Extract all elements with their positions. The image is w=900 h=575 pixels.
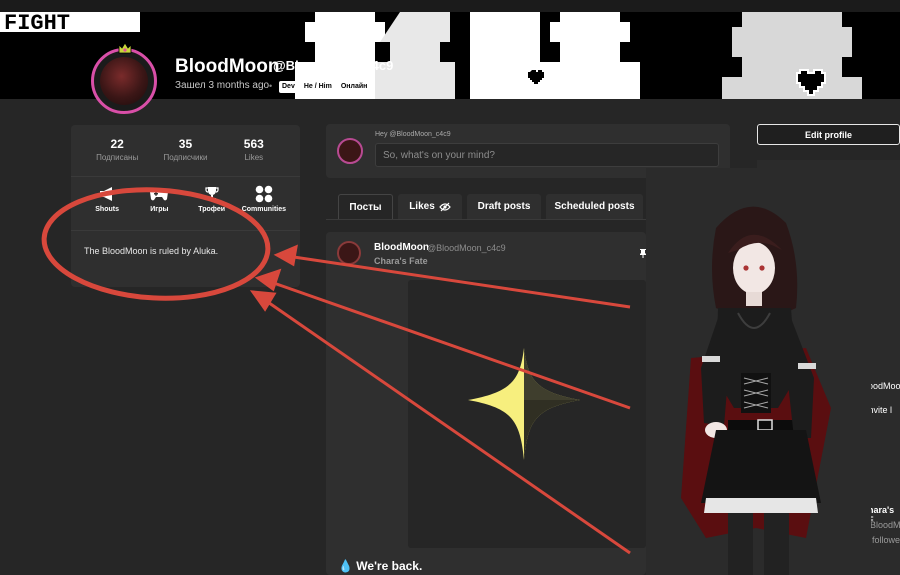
tab-likes[interactable]: Likes bbox=[398, 194, 462, 219]
section-games[interactable]: Игры bbox=[133, 185, 185, 230]
post-tabs: Посты Likes Draft posts Scheduled posts bbox=[326, 190, 656, 220]
compose-input[interactable] bbox=[375, 143, 719, 167]
sidebar-peek-text: BloodM bbox=[870, 520, 900, 530]
browser-strip bbox=[0, 0, 900, 12]
profile-avatar[interactable] bbox=[91, 48, 157, 114]
stat-followers[interactable]: 35 Подписчики bbox=[155, 137, 215, 176]
crown-icon bbox=[118, 42, 132, 54]
profile-handle: @BloodMoon_c4c9 bbox=[273, 58, 394, 73]
stat-value: 22 bbox=[110, 137, 124, 151]
profile-badges: Dev He / Him Онлайн bbox=[279, 81, 371, 93]
post-author-handle: @BloodMoon_c4c9 bbox=[427, 243, 506, 253]
stat-label: Подписаны bbox=[96, 153, 139, 162]
post-title: Chara's Fate bbox=[374, 256, 428, 266]
gamepad-icon bbox=[150, 189, 169, 201]
sidebar-peek-text: followe bbox=[872, 535, 900, 545]
post-author-avatar[interactable] bbox=[337, 241, 361, 265]
grid-icon bbox=[255, 185, 273, 203]
badge-online: Онлайн bbox=[337, 81, 371, 93]
badge-dev: Dev bbox=[279, 81, 298, 93]
section-label: Communities bbox=[241, 206, 287, 213]
profile-page: FIGHT BloodMoon @BloodMoon_c4c9 Зашел 3 … bbox=[0, 0, 900, 575]
edit-profile-button[interactable]: Edit profile bbox=[757, 124, 900, 145]
separator-dot: • bbox=[269, 81, 273, 91]
tab-posts[interactable]: Посты bbox=[338, 194, 393, 219]
stat-label: Подписчики bbox=[163, 153, 208, 162]
section-communities[interactable]: Communities bbox=[238, 185, 290, 230]
post-card[interactable]: BloodMoon @BloodMoon_c4c9 Chara's Fate 💧… bbox=[326, 232, 646, 575]
profile-sections: Shouts Игры Трофеи Communities bbox=[71, 185, 300, 231]
tab-label: Likes bbox=[409, 201, 435, 212]
stat-value: 563 bbox=[243, 137, 264, 151]
blood-drop-icon: 💧 bbox=[338, 559, 353, 573]
last-seen-text: Зашел 3 months ago bbox=[175, 80, 270, 91]
tab-label: Scheduled posts bbox=[554, 201, 635, 212]
character-art bbox=[646, 168, 871, 575]
tab-label: Посты bbox=[349, 201, 382, 213]
profile-info-card: 22 Подписаны 35 Подписчики 563 Likes Sho… bbox=[71, 125, 300, 287]
stat-value: 35 bbox=[178, 137, 193, 151]
compose-greeting: Hey @BloodMoon_c4c9 bbox=[375, 131, 451, 138]
section-label: Трофеи bbox=[198, 206, 226, 213]
stat-label: Likes bbox=[244, 153, 264, 162]
section-trophies[interactable]: Трофеи bbox=[186, 185, 238, 230]
tab-label: Draft posts bbox=[477, 201, 531, 212]
character-illustration bbox=[646, 168, 871, 575]
post-footer: 💧 We're back. bbox=[338, 559, 422, 573]
post-footer-text: We're back. bbox=[356, 559, 423, 573]
banner-logo-text: FIGHT bbox=[4, 12, 70, 36]
section-label: Shouts bbox=[95, 206, 119, 213]
compose-avatar bbox=[337, 138, 363, 164]
megaphone-icon bbox=[100, 187, 113, 201]
avatar-image bbox=[100, 57, 148, 105]
eye-slash-icon bbox=[438, 202, 451, 211]
post-image[interactable] bbox=[408, 280, 646, 548]
tab-scheduled-posts[interactable]: Scheduled posts bbox=[546, 194, 643, 219]
section-shouts[interactable]: Shouts bbox=[81, 185, 133, 230]
tab-draft-posts[interactable]: Draft posts bbox=[467, 194, 541, 219]
stats-row: 22 Подписаны 35 Подписчики 563 Likes bbox=[71, 125, 300, 177]
profile-name: BloodMoon bbox=[175, 56, 280, 77]
stat-following[interactable]: 22 Подписаны bbox=[87, 137, 147, 176]
section-label: Игры bbox=[150, 206, 169, 213]
star-sparkle-icon bbox=[468, 348, 580, 460]
sidebar-peek-text: oodMoon bbox=[868, 381, 900, 391]
trophy-icon bbox=[205, 187, 219, 200]
post-author-name[interactable]: BloodMoon bbox=[374, 242, 429, 253]
badge-pronouns: He / Him bbox=[300, 81, 335, 93]
profile-bio: The BloodMoon is ruled by Aluka. bbox=[84, 246, 219, 256]
stat-likes[interactable]: 563 Likes bbox=[224, 137, 284, 176]
